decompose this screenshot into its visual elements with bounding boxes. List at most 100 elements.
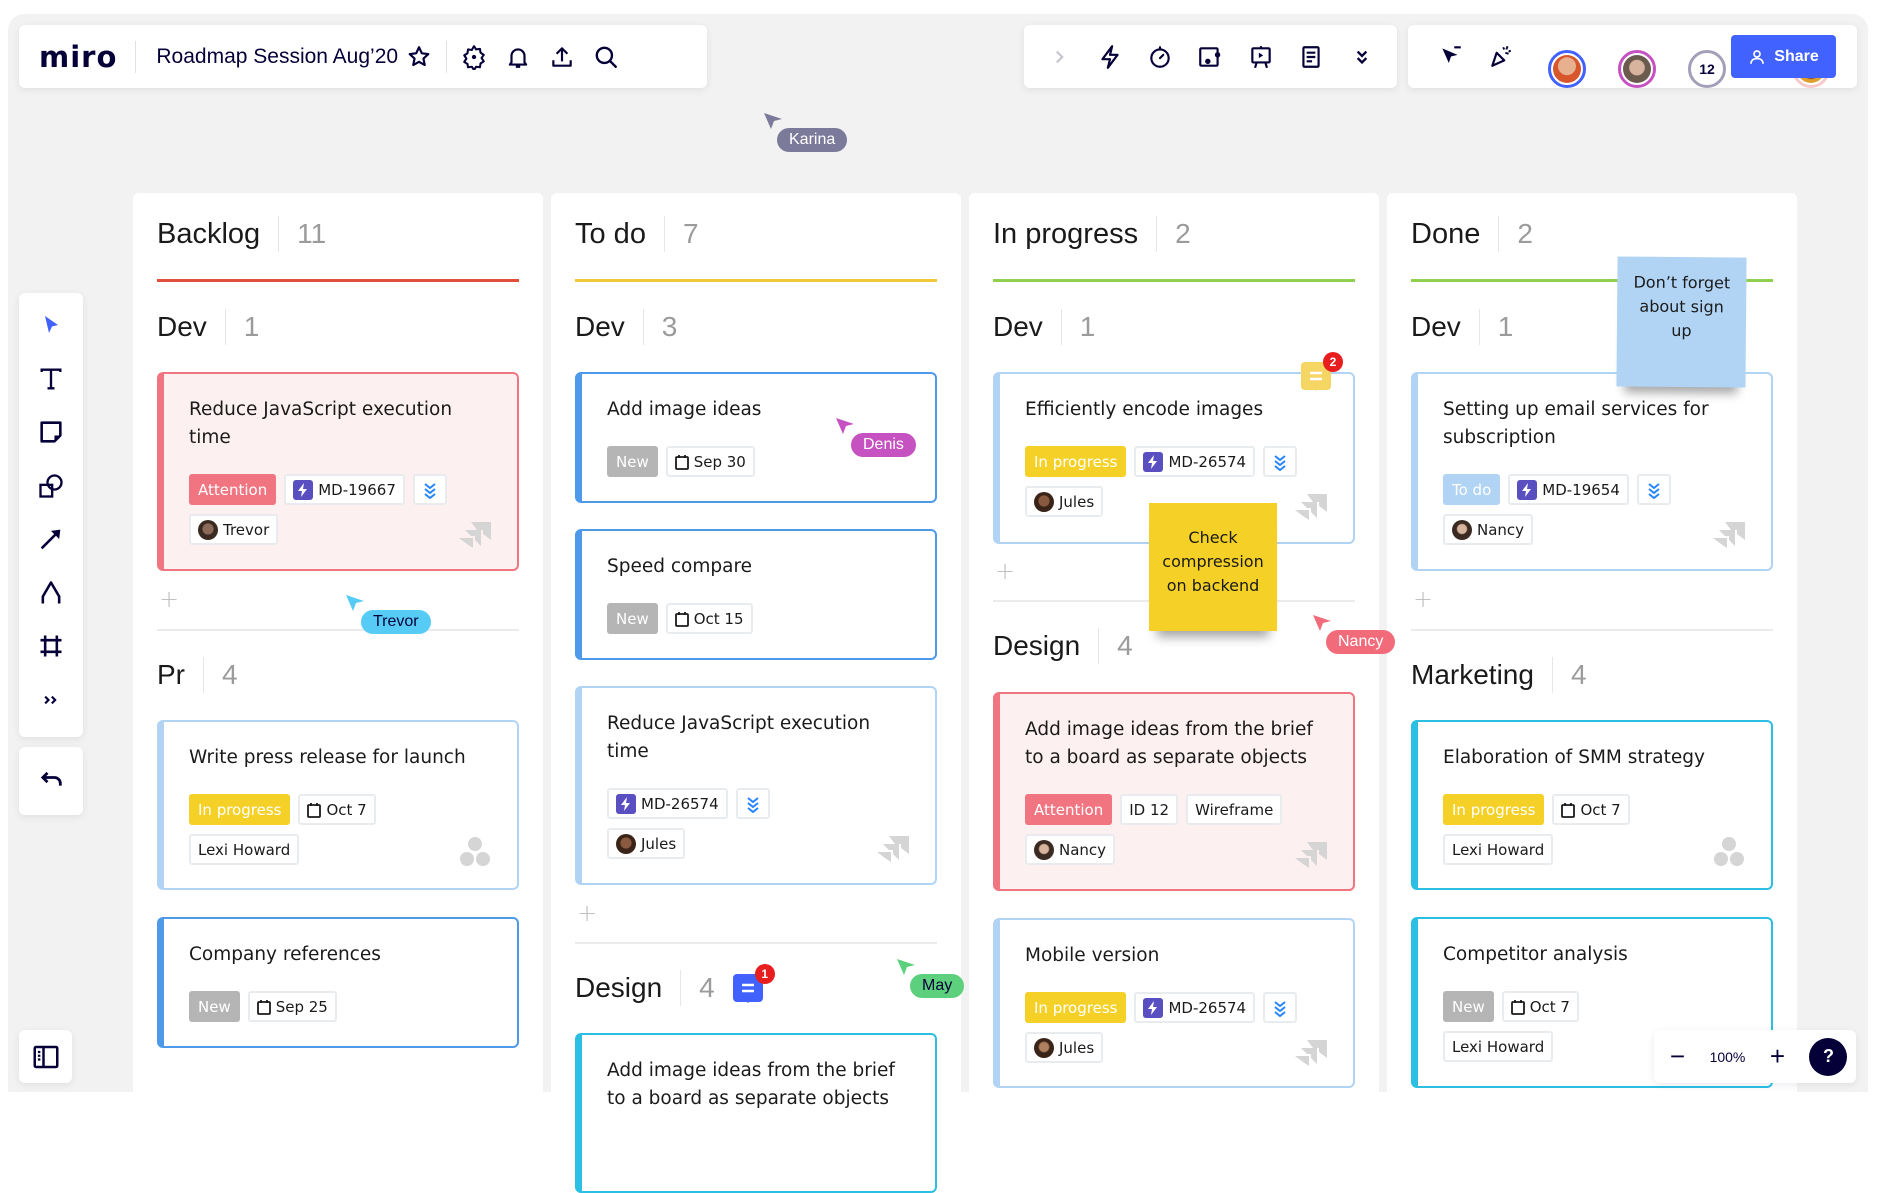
status-tag[interactable]: New xyxy=(1443,991,1494,1022)
status-tag[interactable]: To do xyxy=(1443,474,1501,505)
card[interactable]: Reduce JavaScript execution time Attenti… xyxy=(157,372,519,571)
add-card-button[interactable]: + xyxy=(159,585,179,613)
card-icon[interactable] xyxy=(1197,44,1223,70)
divider xyxy=(224,309,226,345)
add-card-button[interactable]: + xyxy=(1413,585,1433,613)
timer-icon[interactable] xyxy=(1147,44,1173,70)
priority-tag[interactable] xyxy=(1636,474,1671,505)
assignee-tag[interactable]: Lexi Howard xyxy=(1443,834,1554,865)
lightning-icon[interactable] xyxy=(1097,44,1123,70)
assignee-tag[interactable]: Nancy xyxy=(1443,514,1534,545)
jira-tag[interactable]: MD-26574 xyxy=(607,788,728,819)
avatar xyxy=(1034,1037,1054,1058)
jira-tag[interactable]: MD-19654 xyxy=(1508,474,1629,505)
settings-icon[interactable] xyxy=(461,44,487,70)
zoom-in-button[interactable]: + xyxy=(1762,1041,1792,1072)
card[interactable]: Elaboration of SMM strategy In progress … xyxy=(1411,720,1773,890)
star-icon[interactable] xyxy=(406,44,432,70)
frames-panel-button[interactable] xyxy=(19,1030,72,1083)
notes-icon[interactable] xyxy=(1298,44,1324,70)
date-tag[interactable]: Sep 30 xyxy=(665,446,755,477)
miro-logo[interactable]: miro xyxy=(39,40,117,74)
card[interactable]: Reduce JavaScript execution time MD-2657… xyxy=(575,686,937,885)
collaborator-avatar[interactable] xyxy=(1548,49,1586,88)
jira-logo-icon xyxy=(1295,494,1327,520)
status-tag[interactable]: In progress xyxy=(1025,446,1127,477)
card[interactable]: Speed compare New Oct 15 xyxy=(575,529,937,660)
status-tag[interactable]: Attention xyxy=(189,474,277,505)
chevrons-down-icon[interactable] xyxy=(1349,44,1375,70)
label-tag[interactable]: Wireframe xyxy=(1186,794,1283,825)
status-tag[interactable]: New xyxy=(189,991,240,1022)
undo-button[interactable] xyxy=(19,747,83,815)
assignee-tag[interactable]: Jules xyxy=(1025,1032,1104,1063)
card[interactable]: Mobile version In progress MD-26574 Jule… xyxy=(993,918,1355,1088)
share-button[interactable]: Share xyxy=(1731,35,1836,78)
presentation-icon[interactable] xyxy=(1248,44,1274,70)
shapes-icon[interactable] xyxy=(31,466,71,506)
status-tag[interactable]: Attention xyxy=(1025,794,1113,825)
upload-icon[interactable] xyxy=(549,44,575,70)
comment-icon[interactable]: 1 xyxy=(732,964,775,1003)
status-tag[interactable]: New xyxy=(607,603,658,634)
card[interactable]: Write press release for launch In progre… xyxy=(157,720,519,890)
card[interactable]: Add image ideas from the brief to a boar… xyxy=(993,692,1355,891)
add-card-button[interactable]: + xyxy=(577,899,597,927)
add-card-button[interactable]: + xyxy=(995,557,1015,585)
priority-tag[interactable] xyxy=(1263,992,1298,1023)
cursor-filter-icon[interactable] xyxy=(1438,43,1464,69)
assignee-tag[interactable]: Jules xyxy=(607,828,686,859)
sticky-note-icon[interactable] xyxy=(31,412,71,452)
jira-key: MD-26574 xyxy=(1168,998,1247,1017)
priority-tag[interactable] xyxy=(1263,446,1298,477)
divider xyxy=(278,216,280,252)
date-tag[interactable]: Oct 7 xyxy=(1501,991,1579,1022)
sticky-note[interactable]: Check compression on backend xyxy=(1149,503,1277,631)
card[interactable]: Company references New Sep 25 xyxy=(157,917,519,1048)
card[interactable]: Setting up email services for subscripti… xyxy=(1411,372,1773,571)
jira-tag[interactable]: MD-19667 xyxy=(284,474,405,505)
jira-tag[interactable]: MD-26574 xyxy=(1134,992,1256,1023)
help-button[interactable]: ? xyxy=(1809,1037,1848,1076)
zoom-out-button[interactable]: − xyxy=(1663,1041,1693,1072)
collaborator-avatar[interactable] xyxy=(1618,49,1656,88)
chevron-right-icon[interactable] xyxy=(1046,44,1072,70)
assignee-tag[interactable]: Trevor xyxy=(189,514,279,545)
bell-icon[interactable] xyxy=(505,44,531,70)
sticky-note[interactable]: Don’t forget about sign up xyxy=(1616,256,1747,388)
status-tag[interactable]: In progress xyxy=(1443,794,1545,825)
select-icon[interactable] xyxy=(31,305,71,345)
jira-tag[interactable]: MD-26574 xyxy=(1134,446,1256,477)
date-tag[interactable]: Sep 25 xyxy=(247,991,337,1022)
lightning-icon xyxy=(293,479,314,500)
text-icon[interactable] xyxy=(31,359,71,399)
date-tag[interactable]: Oct 7 xyxy=(298,794,376,825)
search-icon[interactable] xyxy=(593,44,619,70)
date-tag[interactable]: Oct 15 xyxy=(665,603,753,634)
due-date: Sep 30 xyxy=(693,452,746,471)
frame-icon[interactable] xyxy=(31,626,71,666)
status-tag[interactable]: New xyxy=(607,446,658,477)
divider xyxy=(1060,309,1062,345)
more-tools-icon[interactable] xyxy=(31,680,71,720)
cursor-arrow-icon xyxy=(897,959,915,975)
pen-icon[interactable] xyxy=(31,573,71,613)
id-tag[interactable]: ID 12 xyxy=(1120,794,1179,825)
status-tag[interactable]: In progress xyxy=(189,794,291,825)
date-tag[interactable]: Oct 7 xyxy=(1552,794,1630,825)
celebrate-icon[interactable] xyxy=(1488,43,1514,69)
card[interactable]: Add image ideas from the brief to a boar… xyxy=(575,1033,937,1193)
comment-icon[interactable]: 2 xyxy=(1301,352,1343,391)
assignee-tag[interactable]: Lexi Howard xyxy=(1443,1031,1554,1062)
arrow-icon[interactable] xyxy=(31,519,71,559)
priority-tag[interactable] xyxy=(412,474,447,505)
status-tag[interactable]: In progress xyxy=(1025,992,1127,1023)
assignee-tag[interactable]: Nancy xyxy=(1025,834,1116,865)
assignee-tag[interactable]: Jules xyxy=(1025,486,1104,517)
undo-icon xyxy=(40,771,62,786)
collaborators-count[interactable]: 12 xyxy=(1688,49,1726,88)
board-title[interactable]: Roadmap Session Aug’20 xyxy=(156,45,398,69)
priority-tag[interactable] xyxy=(735,788,770,819)
assignee-tag[interactable]: Lexi Howard xyxy=(189,834,300,865)
due-date: Oct 7 xyxy=(326,800,367,819)
